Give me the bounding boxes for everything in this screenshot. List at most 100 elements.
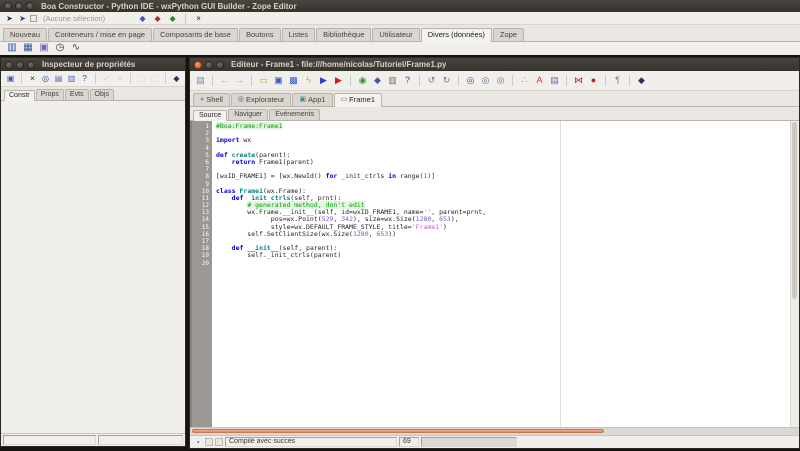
windows-stack-icon[interactable]: ▣ <box>38 42 50 54</box>
package-icon[interactable]: ◆ <box>371 74 384 87</box>
notebook-icon[interactable]: ▥ <box>386 74 399 87</box>
check-source-icon[interactable]: ϟ <box>302 74 315 87</box>
boa-icon[interactable]: ◆ <box>635 74 648 87</box>
tab-frame1[interactable]: ▭Frame1 <box>334 93 382 107</box>
forward-icon[interactable]: → <box>233 74 246 87</box>
editor-tabs: ●Shell◎Explorateur▣App1▭Frame1 <box>190 91 799 107</box>
delete-icon[interactable]: × <box>27 73 38 84</box>
editor-titlebar[interactable]: Editeur - Frame1 - file:///home/nicolas/… <box>190 58 799 71</box>
palette-tab-conteneurs-mise-en-page[interactable]: Conteneurs / mise en page <box>48 28 152 41</box>
help-icon[interactable]: ? <box>401 74 414 87</box>
window-close-button[interactable] <box>194 61 202 69</box>
window-maximize-button[interactable] <box>26 2 34 10</box>
grid-columns-icon[interactable]: ▥ <box>6 42 18 54</box>
line-number: 20 <box>192 260 212 267</box>
palette-tab-boutons[interactable]: Boutons <box>239 28 281 41</box>
timer-icon[interactable]: ◷ <box>54 42 66 54</box>
tab-app1[interactable]: ▣App1 <box>292 93 332 106</box>
whitespace-icon[interactable]: ∴ <box>518 74 531 87</box>
pointer-secondary-icon[interactable]: ➤ <box>17 13 28 24</box>
vertical-scrollbar-thumb[interactable] <box>792 122 797 299</box>
tab-explorateur[interactable]: ◎Explorateur <box>231 93 291 106</box>
status-toggle-button[interactable] <box>215 438 223 446</box>
inspector-tab-evts[interactable]: Evts <box>65 89 89 100</box>
toolbar-separator <box>130 73 131 84</box>
palette-tab-nouveau[interactable]: Nouveau <box>3 28 47 41</box>
package-blue-icon[interactable]: ◆ <box>137 13 148 24</box>
package-red-icon[interactable]: ◆ <box>152 13 163 24</box>
debug-icon[interactable]: ◉ <box>356 74 369 87</box>
find-in-files-icon[interactable]: ◎ <box>494 74 507 87</box>
palette-tab-label: Boutons <box>246 30 274 39</box>
palette-tab-label: Conteneurs / mise en page <box>55 30 145 39</box>
window-close-button[interactable] <box>4 2 12 10</box>
palette-tab-biblioth-que[interactable]: Bibliothèque <box>316 28 371 41</box>
inspector-tab-constr[interactable]: Constr <box>4 90 35 101</box>
window-minimize-button[interactable] <box>16 61 24 69</box>
selection-checkbox[interactable] <box>30 15 37 22</box>
palette-tab-zope[interactable]: Zope <box>493 28 524 41</box>
palette-tab-composants-de-base[interactable]: Composants de base <box>153 28 238 41</box>
grid-icon[interactable]: ▦ <box>22 42 34 54</box>
find-icon[interactable]: ◎ <box>40 73 51 84</box>
horizontal-scrollbar-thumb[interactable] <box>192 429 604 433</box>
tab-shell[interactable]: ●Shell <box>193 93 230 106</box>
code-line: #Boa:Frame:Frame1 <box>216 123 790 130</box>
paragraph-icon[interactable]: ¶ <box>611 74 624 87</box>
subtab-naviguer[interactable]: Naviguer <box>228 109 268 120</box>
font-style-icon[interactable]: A <box>533 74 546 87</box>
horizontal-scrollbar[interactable] <box>190 427 799 435</box>
code-area: 1234567891011121314151617181920 #Boa:Fra… <box>190 121 799 427</box>
editor-window: Editeur - Frame1 - file:///home/nicolas/… <box>189 57 800 449</box>
inspector-tab-props[interactable]: Props <box>36 89 64 100</box>
back-icon[interactable]: ← <box>218 74 231 87</box>
palette-tab-utilisateur[interactable]: Utilisateur <box>372 28 419 41</box>
find-again-icon[interactable]: ◎ <box>479 74 492 87</box>
window-minimize-button[interactable] <box>205 61 213 69</box>
palette-tab-divers-donn-es-[interactable]: Divers (données) <box>421 28 492 42</box>
parent-frame-icon[interactable]: ▤ <box>53 73 64 84</box>
toolbar-separator <box>212 75 213 86</box>
code-line: return Frame1(parent) <box>216 159 790 166</box>
boa-icon[interactable]: ◆ <box>171 73 182 84</box>
delete-icon[interactable]: × <box>193 13 204 24</box>
inspector-tab-objs[interactable]: Objs <box>90 89 114 100</box>
clipboard-icon[interactable]: ▤ <box>194 74 207 87</box>
undo-icon[interactable]: ↺ <box>425 74 438 87</box>
find-icon[interactable]: ◎ <box>464 74 477 87</box>
record-icon[interactable]: ● <box>587 74 600 87</box>
status-toggle-button[interactable] <box>205 438 213 446</box>
subtab-ev-nements[interactable]: Evénements <box>269 109 320 120</box>
palette-tab-listes[interactable]: Listes <box>282 28 316 41</box>
code-editor[interactable]: #Boa:Frame:Frame1import wxdef create(par… <box>212 121 790 427</box>
toolbar-separator <box>21 73 22 84</box>
window-maximize-button[interactable] <box>216 61 224 69</box>
open-icon[interactable]: ▭ <box>257 74 270 87</box>
help-icon[interactable]: ? <box>79 73 90 84</box>
window-maximize-button[interactable] <box>27 61 35 69</box>
package-green-icon[interactable]: ◆ <box>167 13 178 24</box>
run-module-icon[interactable]: ▶ <box>332 74 345 87</box>
main-window-titlebar[interactable]: Boa Constructor - Python IDE - wxPython … <box>0 0 800 12</box>
inspector-titlebar[interactable]: Inspecteur de propriétés <box>1 58 185 71</box>
subtab-source[interactable]: Source <box>193 110 227 121</box>
vertical-scrollbar[interactable] <box>790 121 799 427</box>
toolbar-separator <box>629 75 630 86</box>
code-line: self._init_ctrls(parent) <box>216 252 790 259</box>
edge-column-line <box>560 121 561 427</box>
editor-subtabs: SourceNaviguerEvénements <box>190 107 799 121</box>
pointer-icon[interactable]: ➤ <box>4 13 15 24</box>
print-icon[interactable]: ▤ <box>548 74 561 87</box>
window-minimize-button[interactable] <box>15 2 23 10</box>
frame-icon: ▭ <box>341 96 348 103</box>
save-as-icon[interactable]: ▩ <box>287 74 300 87</box>
redo-icon[interactable]: ↻ <box>440 74 453 87</box>
window-close-button[interactable] <box>5 61 13 69</box>
shuttle-icon[interactable]: ⋈ <box>572 74 585 87</box>
validator-icon[interactable]: ∿ <box>70 42 82 54</box>
window-icon[interactable]: ▥ <box>66 73 77 84</box>
run-app-icon[interactable]: ▶ <box>317 74 330 87</box>
save-icon[interactable]: ▣ <box>272 74 285 87</box>
palette-tab-label: Composants de base <box>160 30 231 39</box>
frame-select-icon[interactable]: ▣ <box>5 73 16 84</box>
